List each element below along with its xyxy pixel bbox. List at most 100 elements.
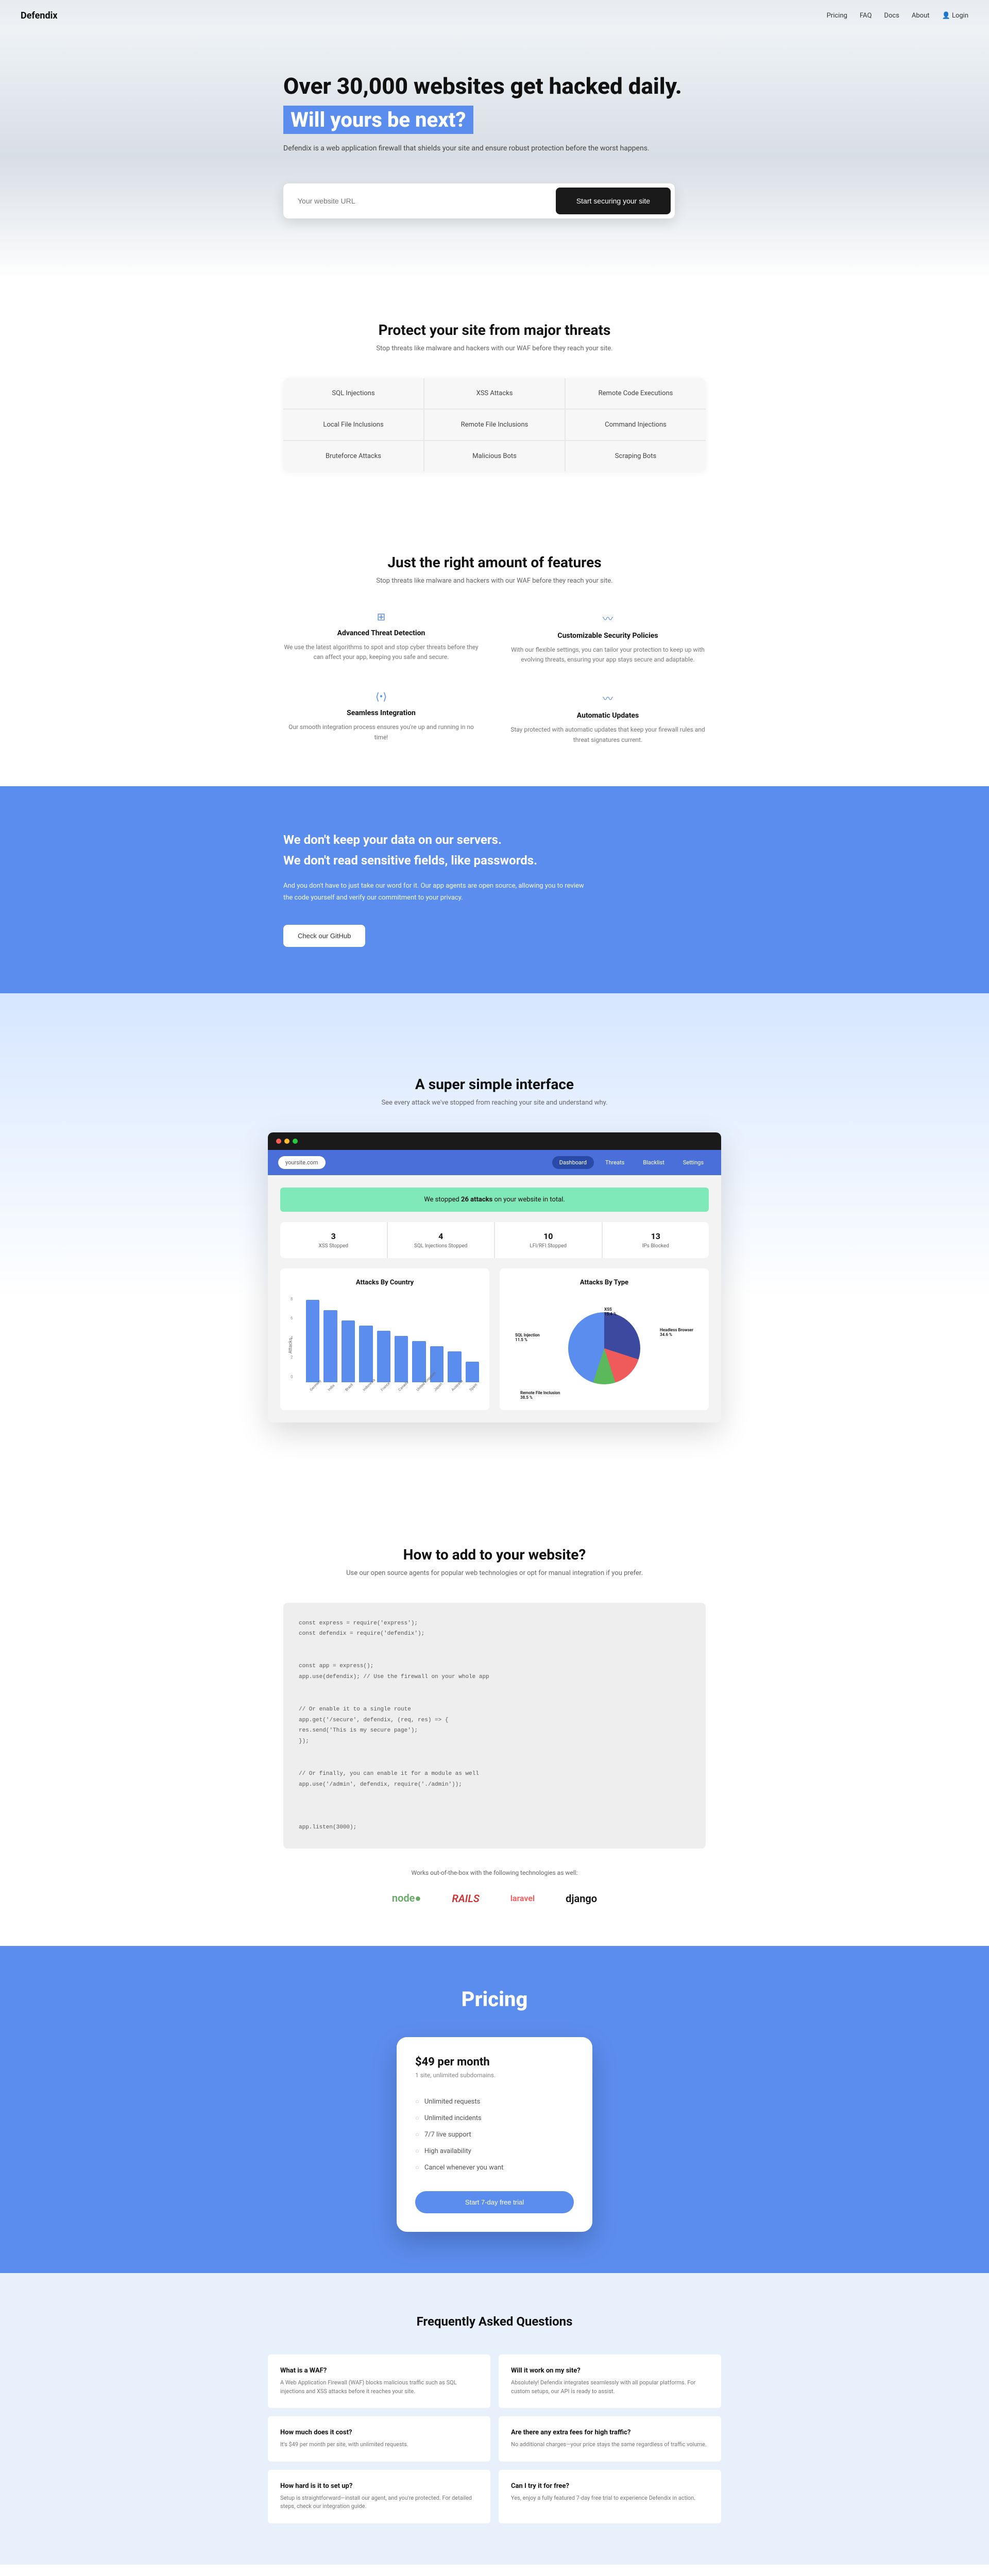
features-sub: Stop threats like malware and hackers wi… xyxy=(0,577,989,585)
threats-grid: SQL Injections XSS Attacks Remote Code E… xyxy=(283,378,706,471)
privacy-text: And you don't have to just take our word… xyxy=(283,880,592,904)
tab-dashboard: Dashboard xyxy=(552,1156,594,1169)
pie-label: Remote File Inclusion38.5 % xyxy=(520,1391,560,1400)
features-title: Just the right amount of features xyxy=(0,554,989,571)
privacy-section: We don't keep your data on our servers. … xyxy=(0,786,989,993)
threat-cell: SQL Injections xyxy=(283,378,423,409)
bar-col: Brazil xyxy=(342,1320,355,1389)
nav-faq[interactable]: FAQ xyxy=(860,12,872,20)
price: $49 per month xyxy=(415,2056,574,2069)
threat-cell: Bruteforce Attacks xyxy=(283,441,423,471)
cta-section: Ready to protect your website? Experienc… xyxy=(0,2565,989,2576)
code-title: How to add to your website? xyxy=(0,1546,989,1563)
price-card: $49 per month 1 site, unlimited subdomai… xyxy=(397,2037,592,2232)
tab-threats: Threats xyxy=(598,1156,632,1169)
feature-item: 〰Automatic UpdatesStay protected with au… xyxy=(510,690,706,744)
threat-cell: XSS Attacks xyxy=(424,378,565,409)
pie-label: XSS15.4 % xyxy=(604,1307,617,1316)
settings-icon: 〰 xyxy=(510,611,706,625)
trial-button[interactable]: Start 7-day free trial xyxy=(415,2191,574,2213)
logo: Defendix xyxy=(21,10,58,21)
price-sub: 1 site, unlimited subdomains. xyxy=(415,2072,574,2079)
stat-card: 13IPs Blocked xyxy=(603,1222,709,1258)
faq-item: Can I try it for free?Yes, enjoy a fully… xyxy=(499,2470,721,2523)
bar-col: India xyxy=(323,1310,337,1389)
url-input[interactable] xyxy=(287,188,556,214)
pie-wrap: XSS15.4 % SQL Injection11.5 % Headless B… xyxy=(510,1297,698,1400)
nav-docs[interactable]: Docs xyxy=(884,12,899,20)
code-sub: Use our open source agents for popular w… xyxy=(0,1569,989,1577)
interface-sub: See every attack we've stopped from reac… xyxy=(0,1099,989,1107)
threat-cell: Remote Code Executions xyxy=(566,378,706,409)
refresh-icon: 〰 xyxy=(510,690,706,705)
close-dot xyxy=(276,1139,281,1144)
pricing-title: Pricing xyxy=(0,1987,989,2011)
shield-icon: ⊞ xyxy=(283,611,479,623)
mock-body: We stopped 26 attacks on your website in… xyxy=(268,1175,721,1422)
start-securing-button[interactable]: Start securing your site xyxy=(556,188,671,214)
faq-title: Frequently Asked Questions xyxy=(0,2314,989,2329)
price-item: Cancel whenever you want xyxy=(415,2159,574,2176)
threats-section: Protect your site from major threats Sto… xyxy=(0,280,989,513)
price-item: 7/7 live support xyxy=(415,2126,574,2143)
bar-col: Spain xyxy=(466,1362,479,1389)
tab-blacklist: Blacklist xyxy=(636,1156,671,1169)
interface-title: A super simple interface xyxy=(0,1076,989,1093)
pie-label: SQL Injection11.5 % xyxy=(515,1333,540,1342)
threats-sub: Stop threats like malware and hackers wi… xyxy=(0,345,989,352)
stat-card: 4SQL Injections Stopped xyxy=(388,1222,494,1258)
stat-card: 10LFI/RFI Stopped xyxy=(495,1222,602,1258)
hero-highlight: Will yours be next? xyxy=(283,106,473,134)
attacks-banner: We stopped 26 attacks on your website in… xyxy=(280,1188,709,1212)
threat-cell: Scraping Bots xyxy=(566,441,706,471)
bar-col: Australia xyxy=(448,1351,461,1389)
faq-grid: What is a WAF?A Web Application Firewall… xyxy=(268,2354,721,2523)
hero-sub: Defendix is a web application firewall t… xyxy=(283,144,706,152)
pie-chart xyxy=(568,1312,640,1384)
threats-title: Protect your site from major threats xyxy=(0,321,989,338)
max-dot xyxy=(293,1139,298,1144)
bar-col: United Kingdom xyxy=(412,1341,425,1389)
bar-col: Germany xyxy=(306,1300,319,1389)
bar-col: Japan xyxy=(430,1346,444,1389)
bar-chart-card: Attacks By Country Attacks 86420 Germany… xyxy=(280,1268,489,1410)
mock-nav: yoursite.com Dashboard Threats Blacklist… xyxy=(268,1150,721,1175)
nav-about[interactable]: About xyxy=(912,12,930,20)
faq-section: Frequently Asked Questions What is a WAF… xyxy=(0,2273,989,2565)
interface-section: A super simple interface See every attac… xyxy=(0,993,989,1505)
pie-label: Headless Browser34.6 % xyxy=(660,1328,693,1337)
bar-col: Canada xyxy=(395,1336,408,1389)
feature-item: 〰Customizable Security PoliciesWith our … xyxy=(510,611,706,665)
faq-item: Are there any extra fees for high traffi… xyxy=(499,2416,721,2462)
privacy-h2: We don't read sensitive fields, like pas… xyxy=(283,853,706,868)
price-item: High availability xyxy=(415,2143,574,2159)
min-dot xyxy=(284,1139,289,1144)
tech-django: django xyxy=(566,1892,597,1905)
code-icon: ⟨•⟩ xyxy=(283,690,479,703)
charts-row: Attacks By Country Attacks 86420 Germany… xyxy=(280,1268,709,1410)
faq-item: Will it work on my site?Absolutely! Defe… xyxy=(499,2354,721,2408)
tech-node: node● xyxy=(392,1892,421,1905)
hero-headline: Over 30,000 websites get hacked daily. xyxy=(283,73,706,99)
bar-col: Indonesia xyxy=(359,1326,372,1389)
features-grid: ⊞Advanced Threat DetectionWe use the lat… xyxy=(283,611,706,745)
nav-login[interactable]: 👤 Login xyxy=(942,12,968,20)
hero: Over 30,000 websites get hacked daily. W… xyxy=(0,31,989,280)
code-section: How to add to your website? Use our open… xyxy=(0,1505,989,1946)
domain-chip: yoursite.com xyxy=(278,1156,326,1169)
stat-card: 3XSS Stopped xyxy=(280,1222,387,1258)
threat-cell: Local File Inclusions xyxy=(283,410,423,440)
feature-item: ⊞Advanced Threat DetectionWe use the lat… xyxy=(283,611,479,665)
github-button[interactable]: Check our GitHub xyxy=(283,925,365,947)
price-list: Unlimited requests Unlimited incidents 7… xyxy=(415,2093,574,2176)
faq-item: How much does it cost?It's $49 per month… xyxy=(268,2416,490,2462)
tech-row: node● RAILS laravel django xyxy=(0,1892,989,1905)
threat-cell: Malicious Bots xyxy=(424,441,565,471)
faq-item: What is a WAF?A Web Application Firewall… xyxy=(268,2354,490,2408)
price-item: Unlimited incidents xyxy=(415,2110,574,2126)
url-form: Start securing your site xyxy=(283,183,675,218)
navbar: Defendix Pricing FAQ Docs About 👤 Login xyxy=(0,0,989,31)
faq-item: How hard is it to set up?Setup is straig… xyxy=(268,2470,490,2523)
nav-pricing[interactable]: Pricing xyxy=(827,12,847,20)
bar-chart: Attacks 86420 GermanyIndiaBrazilIndonesi… xyxy=(291,1297,479,1389)
